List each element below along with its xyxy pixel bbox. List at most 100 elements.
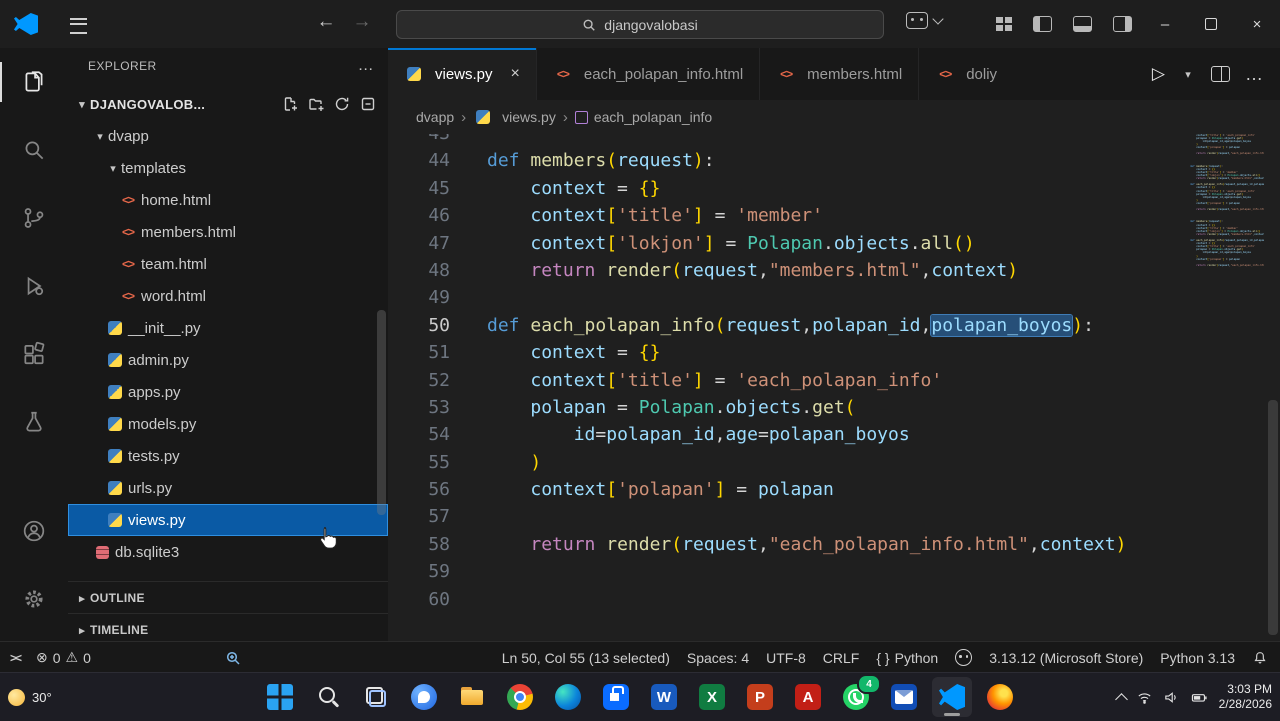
minimize-button[interactable]: – xyxy=(1142,0,1188,48)
code-line[interactable]: 46 context['title'] = 'member' xyxy=(388,202,1280,229)
tab-members.html[interactable]: <> members.html xyxy=(760,48,920,100)
tab-doliy[interactable]: <> doliy xyxy=(919,48,1013,100)
code-line[interactable]: 60 xyxy=(388,586,1280,613)
taskbar-chrome-icon[interactable] xyxy=(500,677,540,717)
taskbar-acrobat-icon[interactable]: A xyxy=(788,677,828,717)
taskbar-firefox-icon[interactable] xyxy=(980,677,1020,717)
run-python-button[interactable]: ▷ xyxy=(1152,64,1165,84)
workspace-root-folder[interactable]: ▾ DJANGOVALOB... xyxy=(68,88,388,120)
tree-item-team.html[interactable]: <> team.html xyxy=(68,248,388,280)
taskbar-mail-icon[interactable] xyxy=(884,677,924,717)
code-line[interactable]: 51 context = {} xyxy=(388,339,1280,366)
tree-item-tests.py[interactable]: tests.py xyxy=(68,440,388,472)
eol-sequence[interactable]: CRLF xyxy=(823,650,860,666)
tree-item-dvapp[interactable]: ▾ dvapp xyxy=(68,120,388,152)
code-line[interactable]: 54 id=polapan_id,age=polapan_boyos xyxy=(388,421,1280,448)
code-line[interactable]: 44 def members(request): xyxy=(388,147,1280,174)
toggle-sidebar-icon[interactable] xyxy=(1033,16,1052,32)
taskbar-task-view-icon[interactable] xyxy=(356,677,396,717)
tree-item-urls.py[interactable]: urls.py xyxy=(68,472,388,504)
python-version[interactable]: Python 3.13 xyxy=(1160,650,1235,666)
tree-item-templates[interactable]: ▾ templates xyxy=(68,152,388,184)
taskbar-chat-icon[interactable] xyxy=(404,677,444,717)
encoding[interactable]: UTF-8 xyxy=(766,650,806,666)
code-line[interactable]: 50 def each_polapan_info(request,polapan_… xyxy=(388,312,1280,339)
testing-icon[interactable] xyxy=(0,388,68,456)
code-line[interactable]: 58 return render(request,"each_polapan_i… xyxy=(388,531,1280,558)
taskbar-vscode-icon[interactable] xyxy=(932,677,972,717)
code-line[interactable]: 49 xyxy=(388,284,1280,311)
problems-button[interactable]: ⊗ 0 ⚠ 0 xyxy=(36,649,91,666)
remote-window-button[interactable]: >< xyxy=(10,651,22,665)
sidebar-scrollbar[interactable] xyxy=(377,310,386,515)
code-line[interactable]: 59 xyxy=(388,558,1280,585)
back-button[interactable]: ← xyxy=(314,11,338,33)
run-dropdown-icon[interactable]: ▾ xyxy=(1180,68,1196,81)
command-center-search[interactable]: djangovalobasi xyxy=(396,10,884,39)
battery-icon[interactable] xyxy=(1190,689,1209,706)
settings-gear-icon[interactable] xyxy=(0,565,68,633)
taskbar-edge-icon[interactable] xyxy=(548,677,588,717)
notifications-bell[interactable] xyxy=(1252,650,1268,666)
breadcrumb-item-views.py[interactable]: views.py xyxy=(473,109,556,125)
outline-section[interactable]: ▸ OUTLINE xyxy=(68,581,388,614)
code-line[interactable]: 45 context = {} xyxy=(388,175,1280,202)
toggle-secondary-sidebar-icon[interactable] xyxy=(1113,16,1132,32)
timeline-section[interactable]: ▸ TIMELINE xyxy=(68,613,388,641)
run-debug-icon[interactable] xyxy=(0,252,68,320)
code-line[interactable]: 56 context['polapan'] = polapan xyxy=(388,476,1280,503)
indentation[interactable]: Spaces: 4 xyxy=(687,650,749,666)
tree-item-__init__.py[interactable]: __init__.py xyxy=(68,312,388,344)
code-line[interactable]: 48 return render(request,"members.html",… xyxy=(388,257,1280,284)
taskbar-start-icon[interactable] xyxy=(260,677,300,717)
minimap[interactable]: def members(request): context = {} conte… xyxy=(1190,134,1264,273)
code-line[interactable]: 47 context['lokjon'] = Polapan.objects.a… xyxy=(388,230,1280,257)
zoom-indicator[interactable] xyxy=(225,650,241,666)
code-line[interactable]: 43 xyxy=(388,134,1280,147)
refresh-icon[interactable] xyxy=(334,96,350,112)
tree-item-apps.py[interactable]: apps.py xyxy=(68,376,388,408)
breadcrumb-item-each_polapan_info[interactable]: each_polapan_info xyxy=(574,109,712,125)
breadcrumb-item-dvapp[interactable]: dvapp xyxy=(416,109,454,125)
copilot-status[interactable] xyxy=(955,649,973,666)
editor-more-actions-icon[interactable]: … xyxy=(1245,64,1264,85)
toggle-panel-icon[interactable] xyxy=(1073,16,1092,32)
tree-item-home.html[interactable]: <> home.html xyxy=(68,184,388,216)
tray-expand-icon[interactable] xyxy=(1114,692,1128,706)
weather-widget[interactable]: 30° xyxy=(8,673,52,721)
customize-layout-icon[interactable] xyxy=(996,17,1012,31)
forward-button[interactable]: → xyxy=(350,11,374,33)
new-folder-icon[interactable] xyxy=(308,96,324,112)
tab-each_polapan_info.html[interactable]: <> each_polapan_info.html xyxy=(537,48,761,100)
tree-item-word.html[interactable]: <> word.html xyxy=(68,280,388,312)
taskbar-store-icon[interactable] xyxy=(596,677,636,717)
extensions-icon[interactable] xyxy=(0,320,68,388)
taskbar-word-icon[interactable]: W xyxy=(644,677,684,717)
new-file-icon[interactable] xyxy=(282,96,298,112)
taskbar-whatsapp-icon[interactable]: 4 xyxy=(836,674,881,717)
collapse-folders-icon[interactable] xyxy=(360,96,376,112)
maximize-button[interactable] xyxy=(1188,0,1234,48)
wifi-icon[interactable] xyxy=(1136,689,1153,706)
explorer-icon[interactable] xyxy=(0,48,68,116)
code-editor[interactable]: 43 44 def members(request): 45 context = {}… xyxy=(388,134,1280,641)
tree-item-models.py[interactable]: models.py xyxy=(68,408,388,440)
copilot-menu[interactable] xyxy=(906,12,944,29)
taskbar-search-icon[interactable] xyxy=(308,677,348,717)
menu-icon[interactable] xyxy=(70,18,87,34)
python-interpreter[interactable]: 3.13.12 (Microsoft Store) xyxy=(989,650,1143,666)
language-mode[interactable]: { } Python xyxy=(876,650,938,666)
tree-item-members.html[interactable]: <> members.html xyxy=(68,216,388,248)
taskbar-powerpoint-icon[interactable]: P xyxy=(740,677,780,717)
code-line[interactable]: 57 xyxy=(388,503,1280,530)
taskbar-file-explorer-icon[interactable] xyxy=(452,677,492,717)
tree-item-admin.py[interactable]: admin.py xyxy=(68,344,388,376)
volume-icon[interactable] xyxy=(1163,689,1180,706)
cursor-position[interactable]: Ln 50, Col 55 (13 selected) xyxy=(502,650,670,666)
taskbar-clock[interactable]: 3:03 PM 2/28/2026 xyxy=(1219,682,1272,712)
close-tab-icon[interactable]: × xyxy=(511,65,520,83)
split-editor-icon[interactable] xyxy=(1211,66,1230,82)
accounts-icon[interactable] xyxy=(0,497,68,565)
code-line[interactable]: 55 ) xyxy=(388,449,1280,476)
source-control-icon[interactable] xyxy=(0,184,68,252)
